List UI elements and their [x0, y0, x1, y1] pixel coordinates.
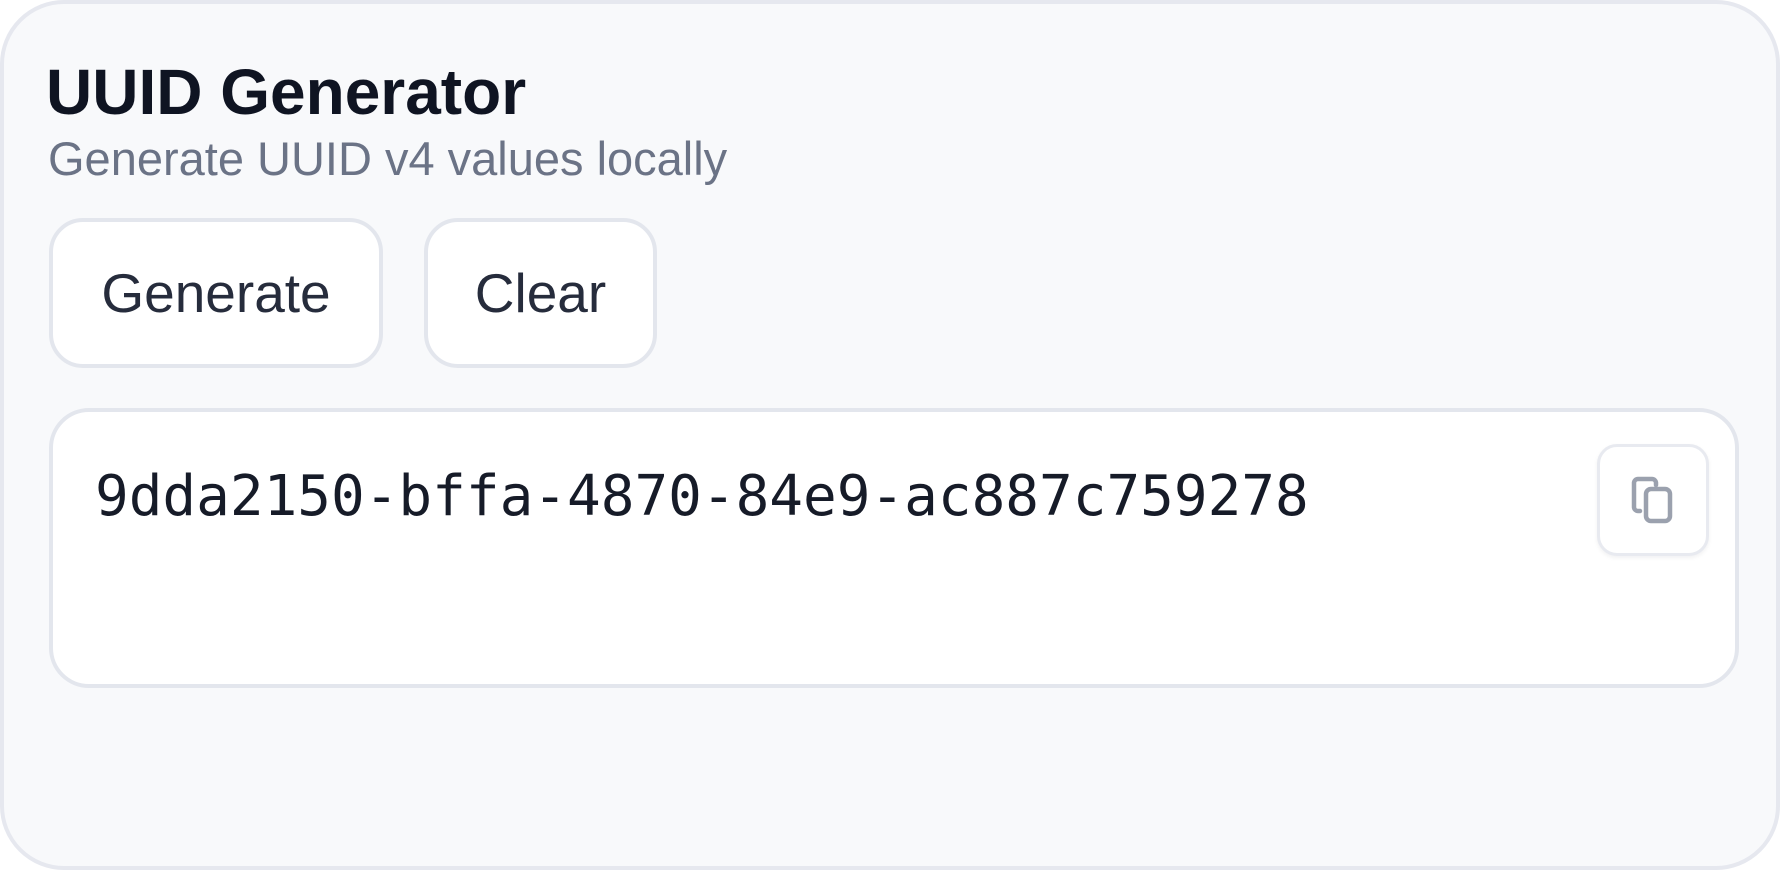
page-title: UUID Generator: [46, 56, 527, 128]
generate-button[interactable]: Generate: [49, 218, 383, 368]
clear-button[interactable]: Clear: [424, 218, 657, 368]
copy-button[interactable]: [1597, 444, 1709, 556]
page-subtitle: Generate UUID v4 values locally: [48, 132, 728, 185]
uuid-generator-card: UUID Generator Generate UUID v4 values l…: [0, 0, 1780, 870]
uuid-value: 9dda2150-bffa-4870-84e9-ac887c759278: [95, 464, 1309, 529]
uuid-output-box: 9dda2150-bffa-4870-84e9-ac887c759278: [49, 408, 1739, 688]
copy-icon: [1630, 475, 1676, 525]
